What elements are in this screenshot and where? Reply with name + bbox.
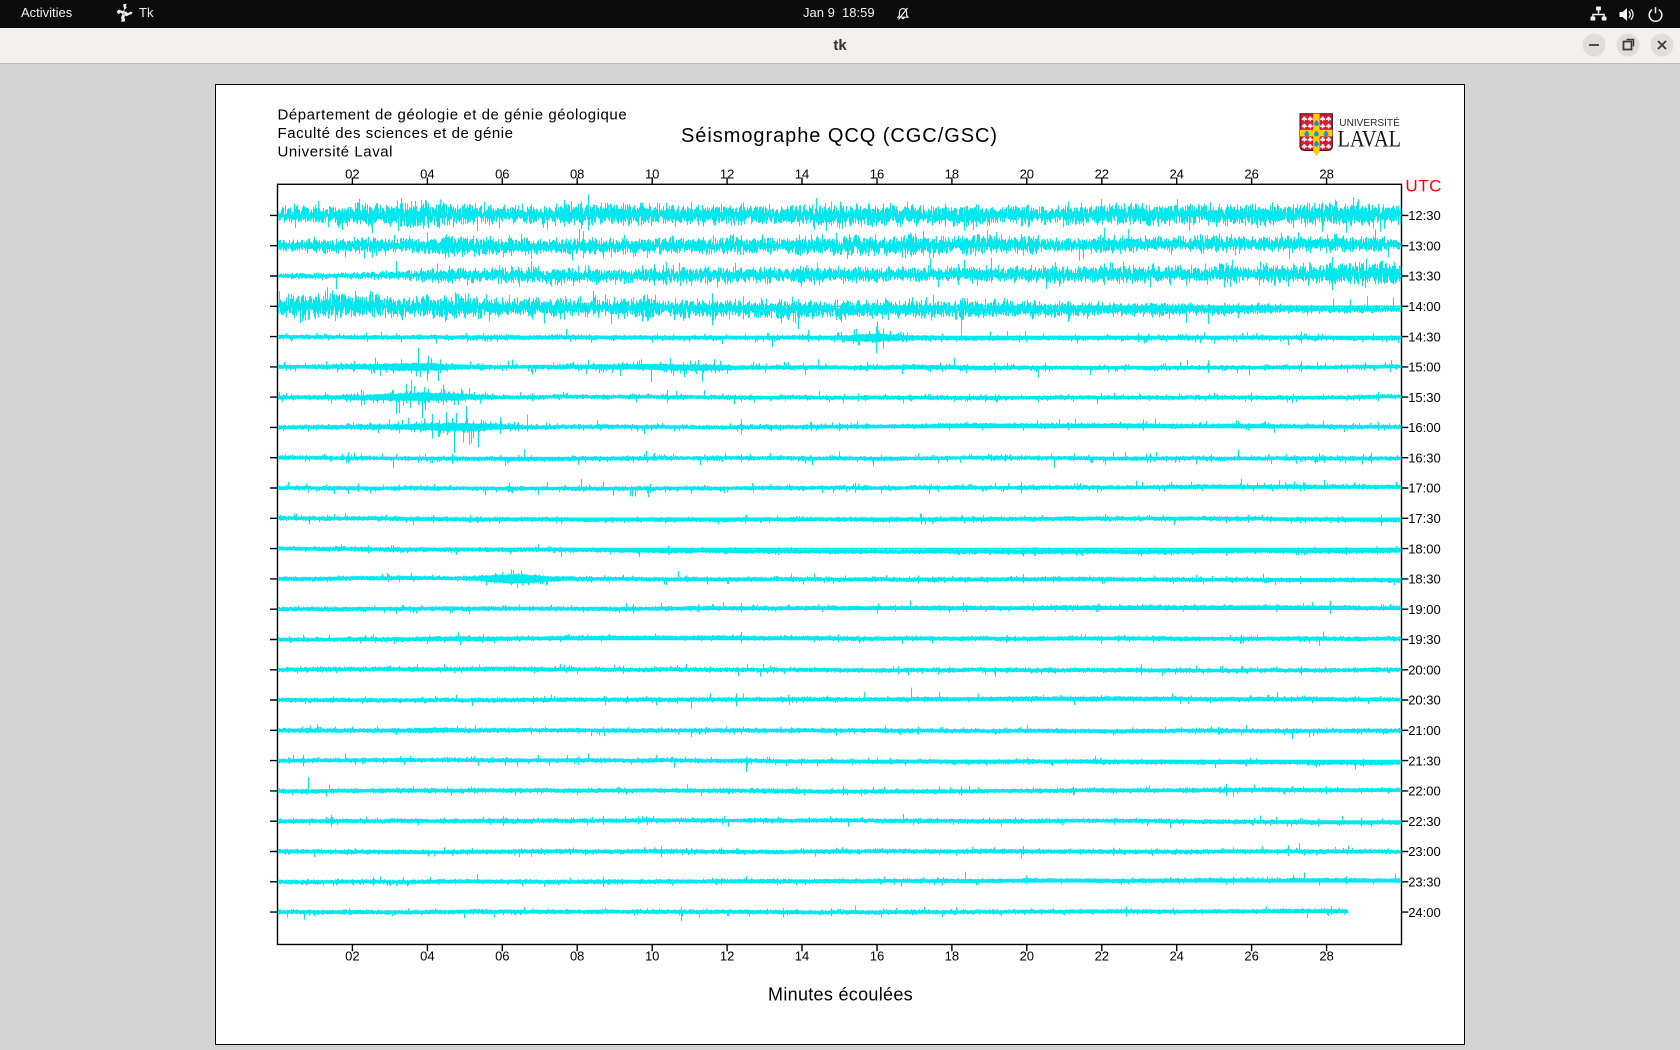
svg-text:16:00: 16:00: [1408, 420, 1441, 435]
svg-text:14:00: 14:00: [1408, 299, 1441, 314]
svg-text:13:00: 13:00: [1408, 238, 1441, 253]
svg-text:13:30: 13:30: [1408, 269, 1441, 284]
svg-text:LAVAL: LAVAL: [1338, 127, 1402, 153]
svg-text:18:30: 18:30: [1408, 572, 1441, 587]
svg-text:15:00: 15:00: [1408, 360, 1441, 375]
svg-text:19:30: 19:30: [1408, 632, 1441, 647]
svg-text:22:30: 22:30: [1408, 814, 1441, 829]
svg-text:Département de géologie et de: Département de géologie et de génie géol…: [278, 107, 628, 124]
svg-text:20:00: 20:00: [1408, 663, 1441, 678]
svg-text:24:00: 24:00: [1408, 905, 1441, 920]
svg-text:Minutes écoulées: Minutes écoulées: [768, 985, 913, 1005]
svg-text:14:30: 14:30: [1408, 329, 1441, 344]
svg-text:22:00: 22:00: [1408, 784, 1441, 799]
svg-text:19:00: 19:00: [1408, 602, 1441, 617]
svg-text:17:30: 17:30: [1408, 511, 1441, 526]
svg-text:UTC: UTC: [1405, 176, 1442, 195]
svg-text:16:30: 16:30: [1408, 450, 1441, 465]
svg-text:23:30: 23:30: [1408, 875, 1441, 890]
svg-text:20:30: 20:30: [1408, 693, 1441, 708]
svg-text:Faculté des sciences et de gén: Faculté des sciences et de génie: [278, 125, 514, 142]
svg-text:15:30: 15:30: [1408, 390, 1441, 405]
svg-text:Séismographe QCQ (CGC/GSC): Séismographe QCQ (CGC/GSC): [681, 125, 998, 147]
svg-text:21:00: 21:00: [1408, 723, 1441, 738]
svg-text:17:00: 17:00: [1408, 481, 1441, 496]
svg-text:18:00: 18:00: [1408, 541, 1441, 556]
svg-text:21:30: 21:30: [1408, 753, 1441, 768]
svg-text:12:30: 12:30: [1408, 208, 1441, 223]
svg-text:Université Laval: Université Laval: [278, 144, 394, 161]
svg-text:23:00: 23:00: [1408, 844, 1441, 859]
